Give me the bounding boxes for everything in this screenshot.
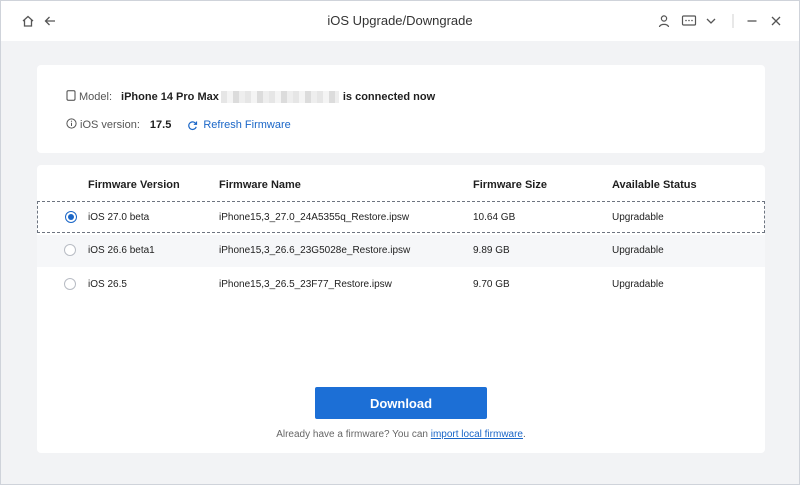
firmware-name: iPhone15,3_27.0_24A5355q_Restore.ipsw	[219, 212, 410, 223]
title-bar: iOS Upgrade/Downgrade	[1, 1, 799, 41]
model-row: Model: iPhone 14 Pro Max is connected no…	[66, 89, 435, 105]
table-row[interactable]: iOS 26.5 iPhone15,3_26.5_23F77_Restore.i…	[37, 269, 765, 301]
firmware-version: iOS 27.0 beta	[88, 212, 150, 223]
firmware-name: iPhone15,3_26.5_23F77_Restore.ipsw	[219, 279, 392, 290]
firmware-status: Upgradable	[612, 212, 664, 223]
ios-version-value: 17.5	[149, 119, 172, 131]
phone-icon	[66, 90, 76, 104]
connected-text: is connected now	[342, 91, 436, 103]
import-hint: Already have a firmware? You can import …	[37, 429, 765, 440]
separator	[724, 12, 742, 30]
chevron-down-icon[interactable]	[702, 12, 720, 30]
table-header: Firmware Version Firmware Name Firmware …	[37, 173, 765, 197]
firmware-size: 10.64 GB	[473, 212, 516, 223]
refresh-firmware-button[interactable]: Refresh Firmware	[187, 119, 291, 131]
header-firmware-name: Firmware Name	[219, 179, 301, 191]
download-button[interactable]: Download	[315, 387, 487, 419]
firmware-size: 9.89 GB	[473, 245, 510, 256]
model-name: iPhone 14 Pro Max	[121, 91, 219, 103]
firmware-status: Upgradable	[612, 279, 664, 290]
account-icon[interactable]	[655, 12, 673, 30]
redacted-serial	[220, 91, 339, 103]
firmware-status: Upgradable	[612, 245, 664, 256]
device-info-card: Model: iPhone 14 Pro Max is connected no…	[37, 65, 765, 153]
firmware-size: 9.70 GB	[473, 279, 510, 290]
row-radio[interactable]	[64, 244, 76, 256]
header-available-status: Available Status	[612, 179, 697, 191]
firmware-version: iOS 26.6 beta1	[88, 245, 155, 256]
import-hint-period: .	[523, 429, 526, 440]
ios-version-label: iOS version:	[80, 119, 140, 131]
table-row[interactable]: iOS 26.6 beta1 iPhone15,3_26.6_23G5028e_…	[37, 235, 765, 267]
refresh-icon	[188, 120, 198, 130]
header-firmware-version: Firmware Version	[88, 179, 180, 191]
firmware-version: iOS 26.5	[88, 279, 127, 290]
app-window: iOS Upgrade/Downgrade Model: iPhone 14 P…	[0, 0, 800, 485]
import-hint-text: Already have a firmware? You can	[276, 429, 428, 440]
info-icon	[66, 118, 77, 132]
header-firmware-size: Firmware Size	[473, 179, 547, 191]
close-icon[interactable]	[767, 12, 785, 30]
table-row[interactable]: iOS 27.0 beta iPhone15,3_27.0_24A5355q_R…	[37, 201, 765, 233]
feedback-icon[interactable]	[680, 12, 698, 30]
minimize-icon[interactable]	[743, 12, 761, 30]
row-radio[interactable]	[65, 211, 77, 223]
import-local-firmware-link[interactable]: import local firmware	[431, 429, 523, 440]
model-label: Model:	[79, 91, 113, 103]
row-radio[interactable]	[64, 278, 76, 290]
firmware-name: iPhone15,3_26.6_23G5028e_Restore.ipsw	[219, 245, 411, 256]
ios-version-row: iOS version: 17.5 Refresh Firmware	[66, 117, 291, 133]
firmware-table-card: Firmware Version Firmware Name Firmware …	[37, 165, 765, 453]
refresh-firmware-label: Refresh Firmware	[203, 119, 291, 131]
